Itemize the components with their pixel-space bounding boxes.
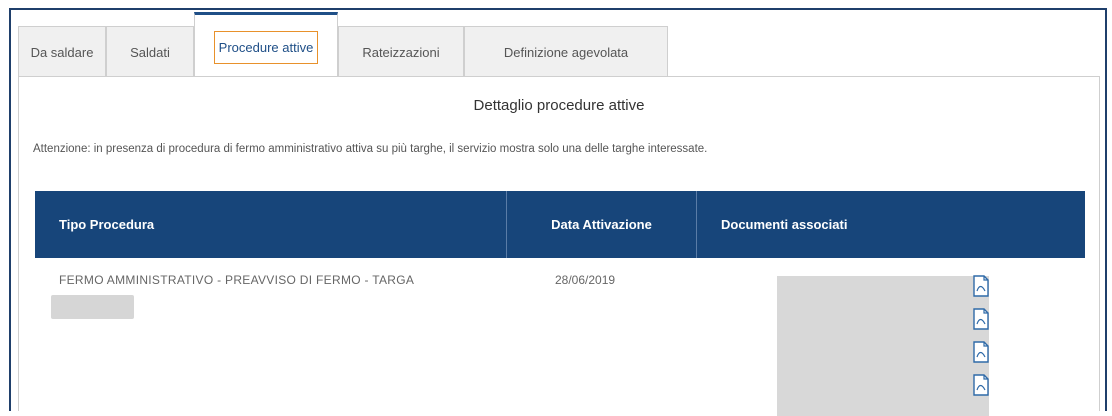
cell-tipo-procedura: FERMO AMMINISTRATIVO - PREAVVISO DI FERM… xyxy=(59,273,415,287)
document-icon[interactable] xyxy=(973,308,989,330)
tab-label: Saldati xyxy=(130,45,170,60)
document-icons-list xyxy=(973,275,991,407)
panel-title: Dettaglio procedure attive xyxy=(473,97,645,114)
column-header-documenti-associati: Documenti associati xyxy=(721,217,848,232)
tab-rateizzazioni[interactable]: Rateizzazioni xyxy=(338,26,464,78)
tab-bar: Da saldare Saldati Procedure attive Rate… xyxy=(18,10,678,80)
tab-panel: Dettaglio procedure attive Attenzione: i… xyxy=(18,76,1100,416)
tab-label: Definizione agevolata xyxy=(503,45,629,60)
column-header-data-attivazione: Data Attivazione xyxy=(507,191,697,258)
tab-da-saldare[interactable]: Da saldare xyxy=(18,26,106,78)
redacted-targa xyxy=(51,295,134,319)
table-header: Tipo Procedura Data Attivazione Document… xyxy=(35,191,1085,258)
column-header-tipo-procedura: Tipo Procedura xyxy=(35,191,507,258)
document-icon[interactable] xyxy=(973,341,989,363)
notice-text: Attenzione: in presenza di procedura di … xyxy=(33,143,708,155)
tab-label: Rateizzazioni xyxy=(362,45,440,60)
document-icon[interactable] xyxy=(973,374,989,396)
document-icon[interactable] xyxy=(973,275,989,297)
tab-procedure-attive[interactable]: Procedure attive xyxy=(194,12,338,80)
tab-saldati[interactable]: Saldati xyxy=(106,26,194,78)
cell-data-attivazione: 28/06/2019 xyxy=(555,273,616,287)
tab-definizione-agevolata[interactable]: Definizione agevolata xyxy=(464,26,668,78)
tab-label: Procedure attive xyxy=(213,31,319,64)
tab-label: Da saldare xyxy=(30,45,94,60)
redacted-documents xyxy=(777,276,989,416)
